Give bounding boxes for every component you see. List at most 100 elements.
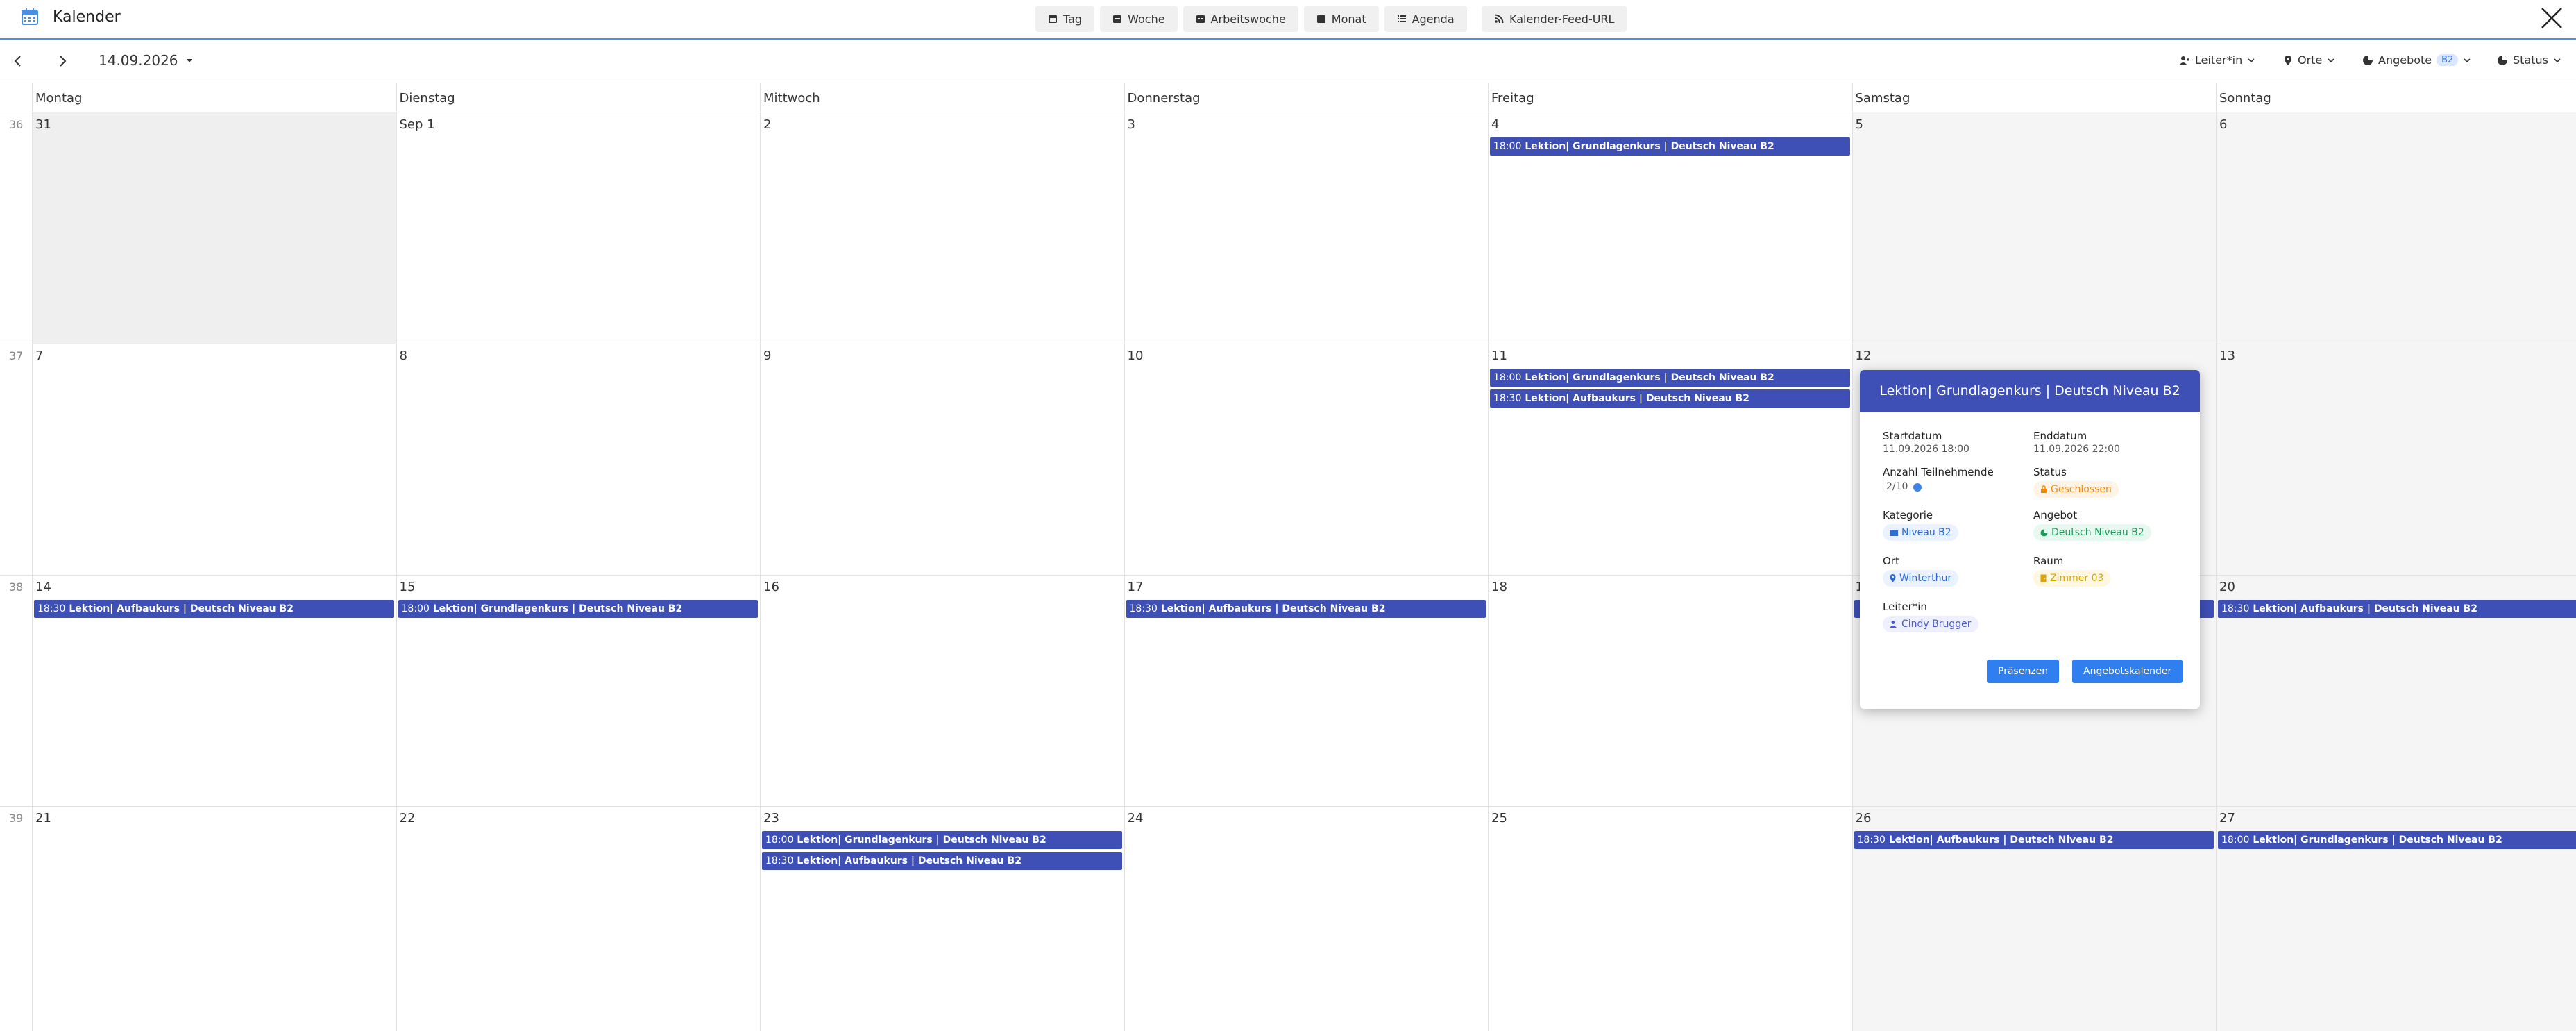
leader-chip: Cindy Brugger — [1883, 616, 1978, 632]
day-number[interactable]: 3 — [1128, 117, 1135, 132]
category-chip-label: Niveau B2 — [1901, 527, 1951, 538]
event-time: 18:00 — [401, 603, 430, 614]
offer-icon — [2363, 55, 2373, 65]
offer-icon — [2040, 529, 2048, 536]
folder-icon — [1890, 530, 1898, 536]
location-pin-icon — [2285, 55, 2291, 65]
day-number[interactable]: 11 — [1491, 349, 1507, 363]
calendar-event[interactable]: 18:00 Lektion| Grundlagenkurs | Deutsch N… — [398, 600, 758, 618]
calendar-event[interactable]: 18:30 Lektion| Aufbaukurs | Deutsch Nivea… — [762, 852, 1122, 870]
calendar-event[interactable]: 18:30 Lektion| Aufbaukurs | Deutsch Nivea… — [34, 600, 394, 618]
day-number[interactable]: 16 — [763, 580, 779, 594]
calendar-event[interactable]: 18:00 Lektion| Grundlagenkurs | Deutsch N… — [1490, 137, 1850, 156]
calendar-event[interactable]: 18:30 Lektion| Aufbaukurs | Deutsch Nivea… — [1490, 389, 1850, 408]
place-label: Ort — [1883, 555, 1899, 567]
offers-filter-label: Angebote — [2378, 53, 2432, 67]
end-date-label: Enddatum — [2033, 430, 2087, 442]
app-header: Kalender Tag Woche Arbeitswoche Monat Ag… — [0, 0, 2576, 40]
date-picker[interactable]: 14.09.2026 — [99, 52, 194, 69]
event-title: Lektion| Aufbaukurs | Deutsch Niveau B2 — [2253, 603, 2477, 614]
grid-column-line — [760, 83, 761, 1031]
day-number[interactable]: 18 — [1491, 580, 1507, 594]
day-number[interactable]: 9 — [763, 349, 771, 363]
event-time: 18:30 — [37, 603, 66, 614]
outside-month-cell — [32, 112, 396, 344]
caret-down-icon — [186, 59, 192, 62]
day-number[interactable]: 15 — [400, 580, 416, 594]
view-workweek-label: Arbeitswoche — [1210, 12, 1286, 26]
calendar-event[interactable]: 18:00 Lektion| Grundlagenkurs | Deutsch N… — [2218, 831, 2576, 849]
day-number[interactable]: 5 — [1856, 117, 1863, 132]
week-number: 38 — [9, 580, 24, 594]
day-number[interactable]: 27 — [2219, 811, 2235, 825]
weekday-header: Montag Dienstag Mittwoch Donnerstag Freitag S… — [0, 83, 2576, 112]
day-number[interactable]: 26 — [1856, 811, 1872, 825]
day-number[interactable]: 22 — [400, 811, 416, 825]
event-time: 18:30 — [1129, 603, 1158, 614]
start-date-value: 11.09.2026 18:00 — [1883, 444, 1969, 455]
places-filter-label: Orte — [2298, 53, 2323, 67]
day-number[interactable]: 20 — [2219, 580, 2235, 594]
day-number[interactable]: 7 — [35, 349, 43, 363]
event-title: Lektion| Grundlagenkurs | Deutsch Niveau… — [1525, 372, 1774, 383]
calendar-event[interactable]: 18:30 Lektion| Aufbaukurs | Deutsch Nivea… — [1854, 831, 2214, 849]
day-number[interactable]: 31 — [35, 117, 51, 132]
status-filter[interactable]: Status — [2497, 53, 2561, 67]
day-number[interactable]: 25 — [1491, 811, 1507, 825]
day-number[interactable]: 17 — [1128, 580, 1144, 594]
day-number[interactable]: 24 — [1128, 811, 1144, 825]
day-number[interactable]: 14 — [35, 580, 51, 594]
day-number[interactable]: 23 — [763, 811, 779, 825]
day-number[interactable]: Sep 1 — [400, 117, 435, 132]
attendance-button[interactable]: Präsenzen — [1987, 660, 2060, 683]
places-filter[interactable]: Orte — [2283, 53, 2335, 67]
status-label: Status — [2033, 466, 2067, 478]
day-number[interactable]: 4 — [1491, 117, 1499, 132]
close-icon[interactable] — [2536, 3, 2567, 33]
view-week-button[interactable]: Woche — [1100, 6, 1178, 32]
view-month-button[interactable]: Monat — [1303, 6, 1379, 32]
event-title: Lektion| Aufbaukurs | Deutsch Niveau B2 — [1160, 603, 1386, 614]
chevron-down-icon — [2328, 58, 2334, 62]
view-day-button[interactable]: Tag — [1035, 6, 1095, 32]
day-number[interactable]: 8 — [400, 349, 407, 363]
day-number[interactable]: 13 — [2219, 349, 2235, 363]
day-number[interactable]: 21 — [35, 811, 51, 825]
calendar-event[interactable]: 18:30 Lektion| Aufbaukurs | Deutsch Nivea… — [1126, 600, 1486, 618]
grid-column-line — [32, 83, 33, 1031]
weekday-label: Dienstag — [399, 91, 455, 106]
month-icon — [1316, 15, 1325, 23]
view-agenda-button[interactable]: Agenda — [1384, 6, 1467, 32]
offer-calendar-button[interactable]: Angebotskalender — [2072, 660, 2183, 683]
calendar-event[interactable]: 18:00 Lektion| Grundlagenkurs | Deutsch N… — [762, 831, 1122, 849]
day-number[interactable]: 10 — [1128, 349, 1144, 363]
calendar-feed-button[interactable]: Kalender-Feed-URL — [1482, 6, 1627, 32]
offer-chip-label: Deutsch Niveau B2 — [2051, 527, 2144, 538]
event-title: Lektion| Grundlagenkurs | Deutsch Niveau… — [2253, 835, 2502, 846]
offers-filter[interactable]: Angebote B2 — [2362, 53, 2471, 67]
calendar-toolbar: 14.09.2026 Leiter*in Orte Angebote B2 St… — [0, 40, 2576, 83]
weekday-label: Freitag — [1491, 91, 1534, 106]
popover-title: Lektion| Grundlagenkurs | Deutsch Niveau… — [1860, 370, 2200, 412]
day-icon — [1049, 15, 1057, 23]
event-title: Lektion| Grundlagenkurs | Deutsch Niveau… — [1525, 141, 1774, 152]
prev-arrow-icon[interactable] — [8, 51, 28, 71]
weekday-label: Donnerstag — [1127, 91, 1201, 106]
status-icon — [2498, 55, 2507, 65]
door-icon — [2040, 574, 2047, 582]
day-number[interactable]: 12 — [1856, 349, 1872, 363]
leader-filter[interactable]: Leiter*in — [2179, 53, 2255, 67]
view-workweek-button[interactable]: Arbeitswoche — [1183, 6, 1298, 32]
view-agenda-label: Agenda — [1412, 12, 1455, 26]
calendar-event[interactable]: 18:30 Lektion| Aufbaukurs | Deutsch Nivea… — [2218, 600, 2576, 618]
next-arrow-icon[interactable] — [53, 51, 72, 71]
calendar-feed-label: Kalender-Feed-URL — [1509, 12, 1615, 26]
grid-column-line — [396, 83, 397, 1031]
weekday-label: Samstag — [1855, 91, 1910, 106]
event-title: Lektion| Aufbaukurs | Deutsch Niveau B2 — [69, 603, 294, 614]
status-chip-label: Geschlossen — [2051, 484, 2112, 495]
day-number[interactable]: 2 — [763, 117, 771, 132]
day-number[interactable]: 6 — [2219, 117, 2227, 132]
participants-label: Anzahl Teilnehmende — [1883, 466, 1994, 478]
calendar-event[interactable]: 18:00 Lektion| Grundlagenkurs | Deutsch N… — [1490, 369, 1850, 387]
